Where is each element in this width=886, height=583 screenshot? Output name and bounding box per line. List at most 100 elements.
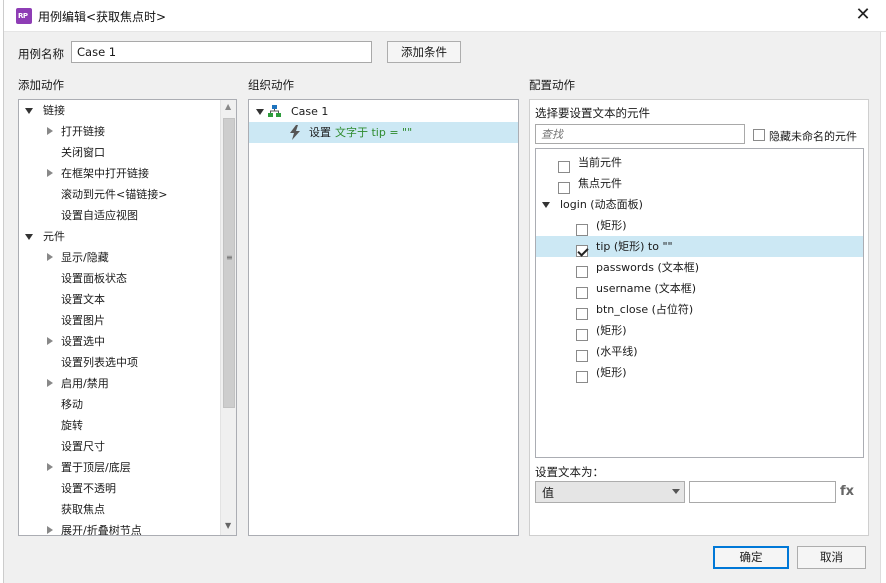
expand-closed-icon[interactable]	[47, 379, 53, 387]
action-item-label: 关闭窗口	[61, 146, 105, 159]
action-item[interactable]: 滚动到元件<锚链接>	[19, 184, 219, 205]
widget-checkbox[interactable]	[558, 161, 570, 173]
widget-checkbox[interactable]	[576, 308, 588, 320]
expand-closed-icon[interactable]	[47, 337, 53, 345]
organize-actions-heading: 组织动作	[248, 78, 294, 92]
widget-row[interactable]: btn_close (占位符)	[536, 299, 863, 320]
widget-row[interactable]: login (动态面板)	[536, 194, 863, 215]
action-item-label: 获取焦点	[61, 503, 105, 516]
expand-closed-icon[interactable]	[47, 526, 53, 534]
action-item[interactable]: 链接	[19, 100, 219, 121]
fx-button[interactable]: fx	[840, 484, 854, 499]
widget-tree[interactable]: 当前元件焦点元件 login (动态面板) (矩形) tip (矩形) to "" pa…	[535, 148, 864, 458]
action-item[interactable]: 设置文本	[19, 289, 219, 310]
scrollbar-thumb[interactable]	[223, 118, 235, 408]
background-window-edge-right	[880, 32, 886, 583]
select-widget-prompt: 选择要设置文本的元件	[535, 106, 650, 120]
axure-rp-app-icon: RP	[16, 8, 32, 24]
widget-row[interactable]: (矩形)	[536, 362, 863, 383]
widget-row[interactable]: (矩形)	[536, 320, 863, 341]
action-item-label: 链接	[43, 104, 65, 117]
action-item-label: 设置选中	[61, 335, 105, 348]
text-value-input[interactable]	[689, 481, 836, 503]
action-item[interactable]: 关闭窗口	[19, 142, 219, 163]
action-item[interactable]: 旋转	[19, 415, 219, 436]
chevron-down-icon[interactable]	[672, 489, 680, 494]
expand-closed-icon[interactable]	[47, 253, 53, 261]
value-type-dropdown[interactable]: 值	[535, 481, 685, 503]
scroll-up-arrow-icon[interactable]: ▲	[225, 102, 231, 111]
action-item[interactable]: 展开/折叠树节点	[19, 520, 219, 536]
expand-open-icon[interactable]	[25, 234, 33, 240]
action-row-selected[interactable]: 设置 文字于 tip = ""	[249, 122, 518, 143]
action-item[interactable]: 设置选中	[19, 331, 219, 352]
action-item-label: 在框架中打开链接	[61, 167, 149, 180]
add-actions-scrollbar[interactable]: ▲ ≡ ▼	[220, 100, 236, 535]
expand-closed-icon[interactable]	[47, 127, 53, 135]
action-item-label: 设置列表选中项	[61, 356, 138, 369]
widget-row[interactable]: tip (矩形) to ""	[536, 236, 863, 257]
add-actions-heading: 添加动作	[18, 78, 64, 92]
action-item-label: 启用/禁用	[61, 377, 109, 390]
widget-label: (矩形)	[596, 366, 627, 379]
action-item[interactable]: 设置尺寸	[19, 436, 219, 457]
widget-checkbox[interactable]	[576, 329, 588, 341]
action-item-label: 旋转	[61, 419, 83, 432]
case-name-input[interactable]: Case 1	[71, 41, 372, 63]
action-item-label: 设置不透明	[61, 482, 116, 495]
action-item[interactable]: 设置面板状态	[19, 268, 219, 289]
widget-checkbox[interactable]	[576, 266, 588, 278]
action-item[interactable]: 设置列表选中项	[19, 352, 219, 373]
widget-row[interactable]: (矩形)	[536, 215, 863, 236]
scroll-down-arrow-icon[interactable]: ▼	[225, 521, 231, 530]
widget-checkbox[interactable]	[558, 182, 570, 194]
widget-row[interactable]: 当前元件	[536, 152, 863, 173]
action-item[interactable]: 元件	[19, 226, 219, 247]
window-title: 用例编辑<获取焦点时>	[38, 10, 167, 24]
background-window-edge	[0, 0, 4, 583]
action-item-label: 设置自适应视图	[61, 209, 138, 222]
action-item[interactable]: 在框架中打开链接	[19, 163, 219, 184]
widget-label: passwords (文本框)	[596, 261, 700, 274]
widget-checkbox[interactable]	[576, 287, 588, 299]
widget-label: 焦点元件	[578, 177, 622, 190]
action-item[interactable]: 启用/禁用	[19, 373, 219, 394]
action-item[interactable]: 设置自适应视图	[19, 205, 219, 226]
action-item-label: 展开/折叠树节点	[61, 524, 142, 536]
action-item[interactable]: 设置不透明	[19, 478, 219, 499]
add-actions-tree[interactable]: 链接打开链接关闭窗口在框架中打开链接滚动到元件<锚链接> 设置自适应视图元件 显示/…	[18, 99, 237, 536]
hide-unnamed-checkbox[interactable]	[753, 129, 765, 141]
action-item[interactable]: 移动	[19, 394, 219, 415]
widget-label: (水平线)	[596, 345, 638, 358]
widget-row[interactable]: passwords (文本框)	[536, 257, 863, 278]
action-item[interactable]: 获取焦点	[19, 499, 219, 520]
case-row[interactable]: Case 1	[249, 101, 518, 122]
widget-checkbox[interactable]	[576, 224, 588, 236]
widget-search-input[interactable]	[535, 124, 745, 144]
widget-row[interactable]: username (文本框)	[536, 278, 863, 299]
widget-checkbox[interactable]	[576, 350, 588, 362]
action-item-label: 设置尺寸	[61, 440, 105, 453]
action-item[interactable]: 设置图片	[19, 310, 219, 331]
widget-checkbox[interactable]	[576, 371, 588, 383]
expand-open-icon[interactable]	[25, 108, 33, 114]
action-item[interactable]: 置于顶层/底层	[19, 457, 219, 478]
widget-label: (矩形)	[596, 219, 627, 232]
close-icon[interactable]: ✕	[852, 4, 874, 26]
action-item[interactable]: 显示/隐藏	[19, 247, 219, 268]
widget-row[interactable]: (水平线)	[536, 341, 863, 362]
expand-open-icon[interactable]	[256, 109, 264, 115]
widget-row[interactable]: 焦点元件	[536, 173, 863, 194]
action-item[interactable]: 打开链接	[19, 121, 219, 142]
add-condition-button[interactable]: 添加条件	[387, 41, 461, 63]
action-item-label: 置于顶层/底层	[61, 461, 131, 474]
organize-actions-tree[interactable]: Case 1 设置 文字于 tip = ""	[248, 99, 519, 536]
ok-button[interactable]: 确定	[713, 546, 789, 569]
cancel-button[interactable]: 取消	[797, 546, 866, 569]
action-item-label: 滚动到元件<锚链接>	[61, 188, 168, 201]
expand-open-icon[interactable]	[542, 202, 550, 208]
expand-closed-icon[interactable]	[47, 463, 53, 471]
action-item-label: 打开链接	[61, 125, 105, 138]
widget-checkbox[interactable]	[576, 245, 588, 257]
expand-closed-icon[interactable]	[47, 169, 53, 177]
